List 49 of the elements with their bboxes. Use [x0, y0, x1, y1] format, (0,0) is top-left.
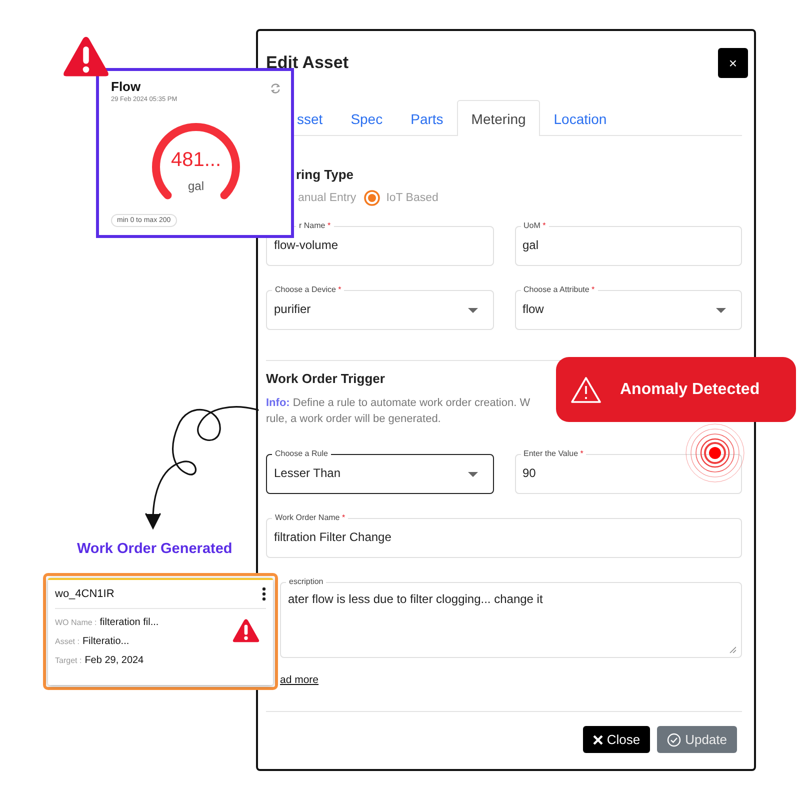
close-button[interactable]: ×: [718, 48, 748, 78]
tab[interactable]: Parts: [396, 100, 458, 136]
row-label: WO Name :: [55, 618, 97, 627]
tab[interactable]: sset: [294, 100, 337, 136]
field-value: 90: [522, 466, 536, 480]
info-text: Info: Define a rule to automate work order creation. W rule, a work order will be generated.: [266, 396, 532, 427]
resize-grip-icon[interactable]: [729, 646, 736, 653]
field-value: flow-volume: [274, 238, 338, 252]
section-heading: Work Order Trigger: [266, 371, 386, 386]
work-order-id: wo_4CN1IR: [55, 588, 114, 600]
radio-label: IoT Based: [386, 192, 438, 204]
caption: Work Order Generated: [77, 541, 232, 557]
row-value: Feb 29, 2024: [84, 655, 144, 666]
close-button[interactable]: Close: [582, 726, 650, 753]
tab[interactable]: Spec: [336, 100, 397, 136]
close-icon: [592, 734, 603, 744]
caret-icon: [468, 472, 478, 477]
caret-icon: [716, 308, 726, 313]
dialog-title: Edit Asset: [266, 53, 349, 73]
row-value: filteration fil...: [100, 617, 159, 628]
refresh-icon[interactable]: [270, 83, 281, 94]
field-value: Lesser Than: [274, 466, 340, 480]
field-value: flow: [522, 302, 544, 316]
row-label: Target :: [55, 656, 82, 665]
field-value: filtration Filter Change: [274, 530, 392, 544]
field-value: ater flow is less due to filter clogging... change it: [288, 592, 543, 606]
work-order-card[interactable]: wo_4CN1IR WO Name : filteration fil... Asset : Filteratio... Target : Feb 29, 2024: [43, 573, 278, 690]
check-circle-icon: [667, 732, 682, 746]
tab[interactable]: Metering: [457, 100, 540, 136]
warning-icon: [570, 376, 602, 404]
field-value: purifier: [274, 302, 311, 316]
gauge-unit: gal: [186, 179, 205, 193]
radio-label: anual Entry: [298, 192, 356, 204]
pulse-icon: [685, 423, 745, 483]
kebab-menu-icon[interactable]: [262, 587, 266, 601]
field-value: gal: [522, 238, 539, 252]
widget-title: Flow: [111, 79, 142, 94]
row-value: Filteratio...: [82, 636, 130, 647]
warning-icon: [232, 618, 260, 644]
update-button[interactable]: Update: [657, 726, 737, 753]
read-more-link[interactable]: ad more: [280, 674, 319, 686]
caret-icon: [468, 308, 478, 313]
row-label: Asset :: [55, 637, 80, 646]
alert-text: Anomaly Detected: [620, 380, 760, 398]
field-label: escription: [286, 576, 326, 588]
gauge-value: 481...: [170, 149, 222, 172]
section-heading: ring Type: [295, 167, 355, 182]
tab[interactable]: Location: [540, 100, 621, 136]
radio-button[interactable]: [364, 190, 380, 206]
